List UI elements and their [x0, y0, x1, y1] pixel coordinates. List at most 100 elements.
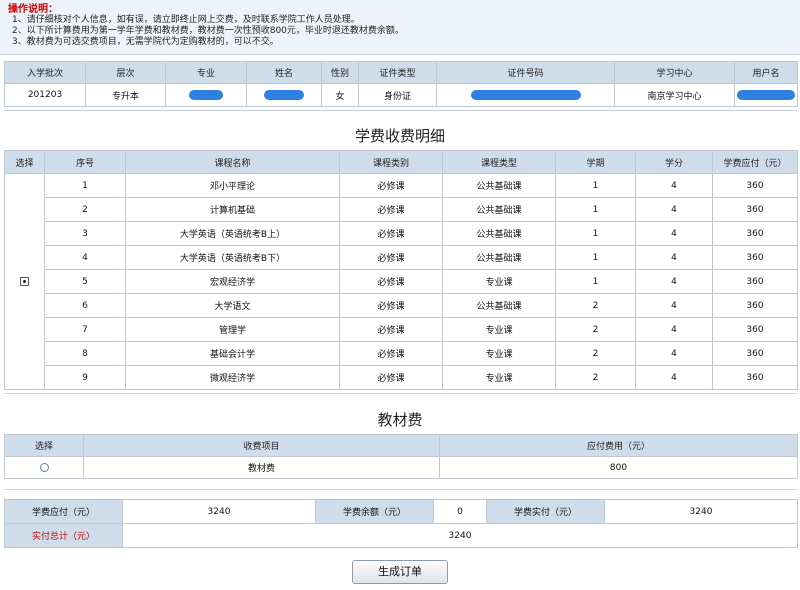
seq-cell: 4 [44, 245, 126, 270]
tuition-row: 1 邓小平理论 必修课 公共基础课 1 4 360 [4, 173, 798, 390]
course-type-cell: 公共基础课 [442, 173, 556, 198]
seq-cell: 8 [44, 341, 126, 366]
instructions-title: 操作说明： [8, 4, 58, 15]
batch-value: 201203 [4, 83, 86, 107]
credits-cell: 4 [635, 221, 713, 246]
name-value [246, 83, 322, 107]
header-major: 专业 [165, 61, 247, 84]
credits-cell: 4 [635, 341, 713, 366]
course-name-cell: 大学英语（英语统考B下） [125, 245, 340, 270]
course-category-cell: 必修课 [339, 173, 443, 198]
header-level: 层次 [85, 61, 166, 84]
grand-total-row: 实付总计（元） 3240 [4, 523, 798, 548]
tuition-due-cell: 360 [712, 341, 798, 366]
course-type-cell: 专业课 [442, 341, 556, 366]
seq-cell: 9 [44, 365, 126, 390]
tuition-due-cell: 360 [712, 173, 798, 198]
redacted-major [189, 89, 223, 100]
credits-cell: 4 [635, 245, 713, 270]
student-info-header-row: 入学批次 层次 专业 姓名 性别 证件类型 证件号码 学习中心 用户名 [4, 61, 798, 84]
divider [4, 393, 797, 394]
seq-cell: 1 [44, 173, 126, 198]
actions-bar: 生成订单 [0, 560, 800, 584]
semester-cell: 2 [555, 365, 636, 390]
course-name-cell: 微观经济学 [125, 365, 340, 390]
credits-cell: 4 [635, 173, 713, 198]
seq-cell: 2 [44, 197, 126, 222]
tuition-due-label: 学费应付（元） [4, 499, 123, 524]
header-semester: 学期 [555, 150, 636, 174]
course-category-cell: 必修课 [339, 197, 443, 222]
tuition-table: 选择 序号 课程名称 课程类别 课程类型 学期 学分 学费应付（元） 1 邓小平理… [4, 150, 798, 390]
generate-order-button[interactable]: 生成订单 [352, 560, 448, 584]
redacted-name [264, 89, 304, 100]
major-value [165, 83, 247, 107]
course-name-cell: 大学语文 [125, 293, 340, 318]
tuition-select-cell [4, 173, 45, 390]
course-type-cell: 公共基础课 [442, 245, 556, 270]
level-value: 专升本 [85, 83, 166, 107]
instruction-line: 2、以下所计算费用为第一学年学费和教材费，教材费一次性预收800元，毕业时退还教… [12, 26, 404, 36]
tuition-due-cell: 360 [712, 269, 798, 294]
tuition-row: 6 大学语文 必修课 公共基础课 2 4 360 [5, 293, 798, 318]
course-type-cell: 公共基础课 [442, 221, 556, 246]
textbook-item: 教材费 [83, 456, 440, 479]
grand-total-value: 3240 [122, 523, 798, 548]
semester-cell: 2 [555, 341, 636, 366]
textbook-amount: 800 [439, 456, 798, 479]
id-number-value [436, 83, 615, 107]
credits-cell: 4 [635, 269, 713, 294]
header-name: 姓名 [246, 61, 322, 84]
header-id-number: 证件号码 [436, 61, 615, 84]
textbook-row: 教材费 800 [4, 456, 798, 479]
semester-cell: 2 [555, 293, 636, 318]
student-info-row: 201203 专升本 女 身份证 南京学习中心 [4, 83, 798, 107]
divider [4, 110, 797, 111]
course-category-cell: 必修课 [339, 293, 443, 318]
course-category-cell: 必修课 [339, 341, 443, 366]
semester-cell: 1 [555, 245, 636, 270]
tuition-due-cell: 360 [712, 365, 798, 390]
course-category-cell: 必修课 [339, 269, 443, 294]
textbook-section-title: 教材费 [377, 411, 423, 429]
semester-cell: 2 [555, 317, 636, 342]
semester-cell: 1 [555, 221, 636, 246]
credits-cell: 4 [635, 197, 713, 222]
seq-cell: 6 [44, 293, 126, 318]
tuition-due-cell: 360 [712, 221, 798, 246]
tuition-row: 5 宏观经济学 必修课 专业课 1 4 360 [5, 269, 798, 294]
textbook-radio[interactable] [39, 462, 49, 472]
header-select: 选择 [4, 150, 45, 174]
credits-cell: 4 [635, 293, 713, 318]
course-name-cell: 大学英语（英语统考B上） [125, 221, 340, 246]
header-username: 用户名 [734, 61, 798, 84]
tuition-paid-label: 学费实付（元） [486, 499, 605, 524]
course-type-cell: 专业课 [442, 269, 556, 294]
textbook-header-row: 选择 收费项目 应付费用（元） [4, 434, 798, 457]
username-value [734, 83, 798, 107]
redacted-username [737, 89, 795, 100]
tuition-row: 7 管理学 必修课 专业课 2 4 360 [5, 317, 798, 342]
textbook-select-cell [4, 456, 84, 479]
semester-cell: 1 [555, 173, 636, 198]
course-type-cell: 专业课 [442, 365, 556, 390]
center-value: 南京学习中心 [614, 83, 735, 107]
header-gender: 性别 [321, 61, 359, 84]
tuition-radio[interactable] [20, 276, 29, 286]
tuition-due-value: 3240 [122, 499, 316, 524]
course-type-cell: 公共基础课 [442, 197, 556, 222]
tuition-balance-value: 0 [433, 499, 487, 524]
course-type-cell: 公共基础课 [442, 293, 556, 318]
tuition-header-row: 选择 序号 课程名称 课程类别 课程类型 学期 学分 学费应付（元） [4, 150, 798, 174]
credits-cell: 4 [635, 365, 713, 390]
header-course-category: 课程类别 [339, 150, 443, 174]
tuition-row: 3 大学英语（英语统考B上） 必修课 公共基础课 1 4 360 [5, 221, 798, 246]
header-select: 选择 [4, 434, 84, 457]
tuition-due-cell: 360 [712, 293, 798, 318]
header-tuition-due: 学费应付（元） [712, 150, 798, 174]
header-center: 学习中心 [614, 61, 735, 84]
tuition-due-cell: 360 [712, 317, 798, 342]
course-name-cell: 邓小平理论 [125, 173, 340, 198]
header-credits: 学分 [635, 150, 713, 174]
tuition-due-cell: 360 [712, 197, 798, 222]
